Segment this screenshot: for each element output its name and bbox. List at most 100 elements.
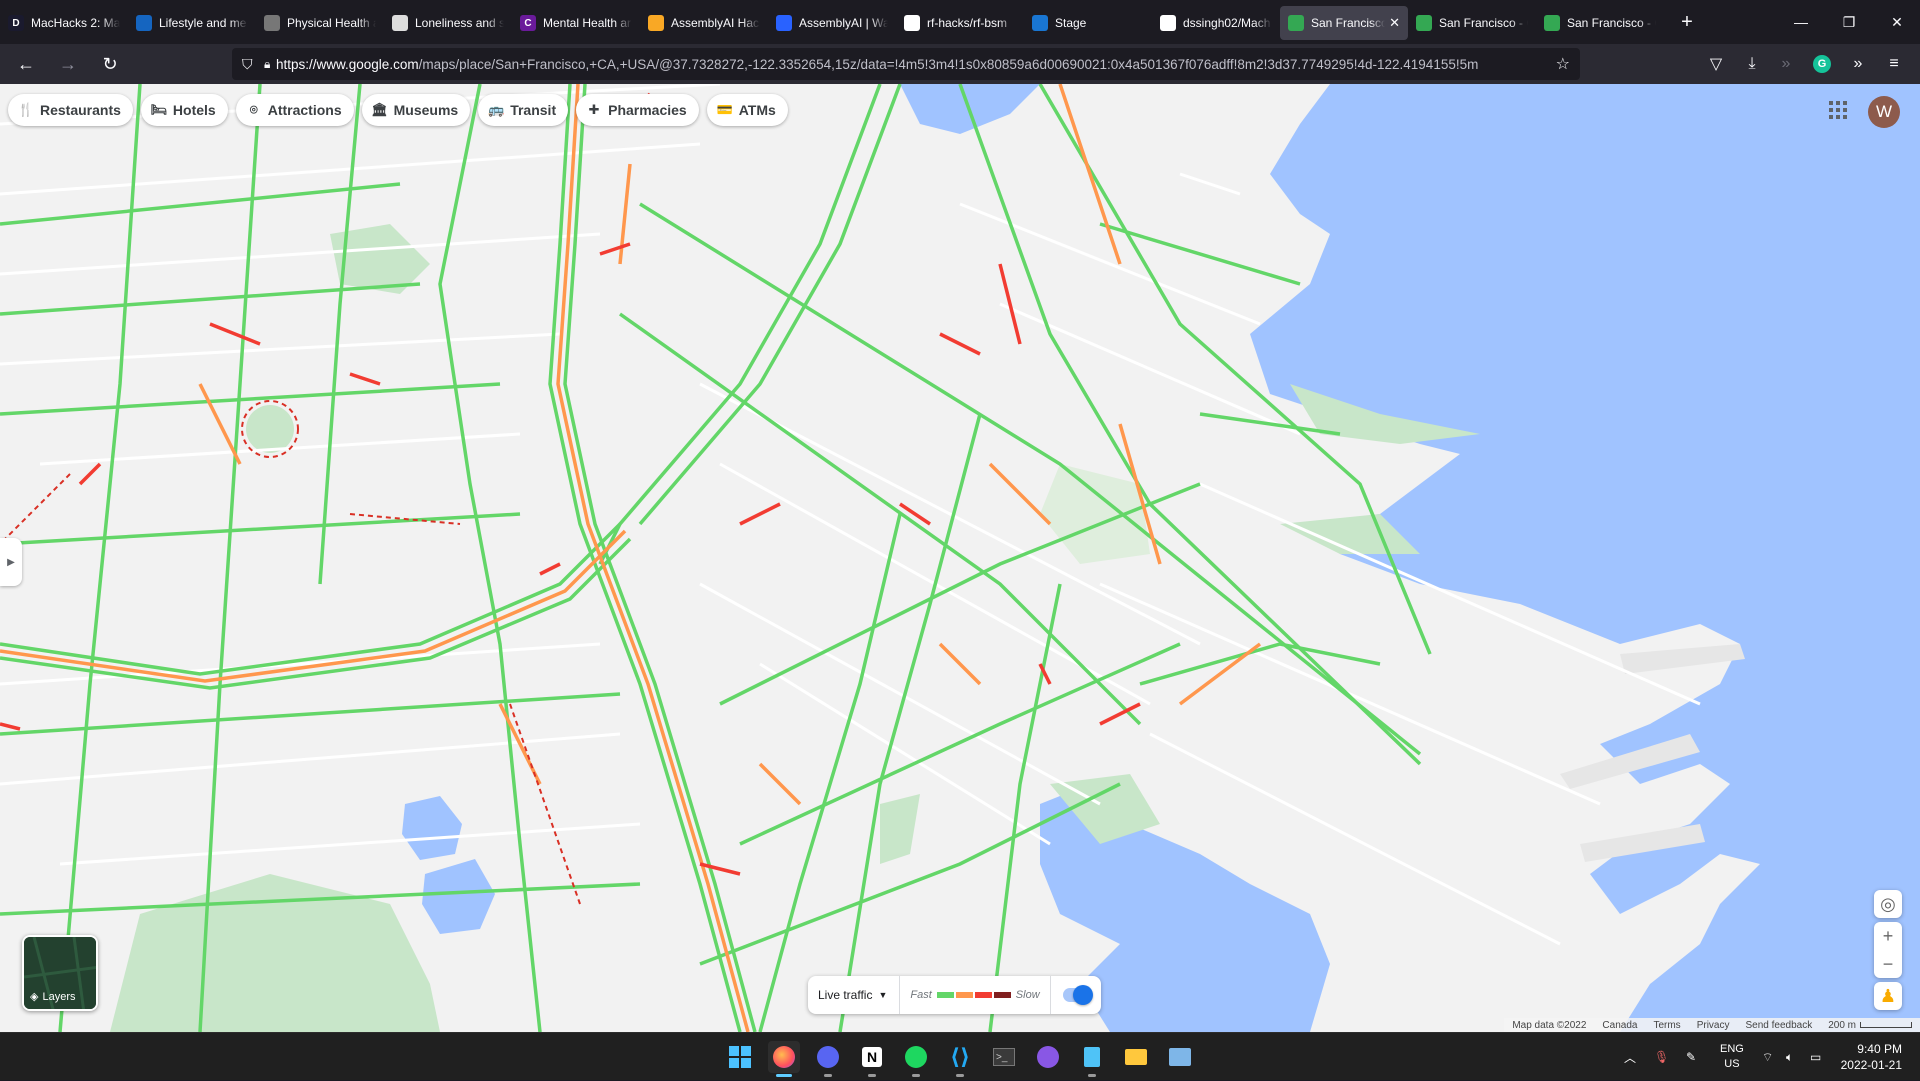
chip-label: Restaurants xyxy=(40,102,121,118)
new-tab-button[interactable]: + xyxy=(1670,5,1704,39)
tab-title: rf-hacks/rf-bsm xyxy=(927,16,1008,30)
browser-tab[interactable]: rf-hacks/rf-bsm xyxy=(896,6,1024,40)
windows-start-icon[interactable] xyxy=(724,1041,756,1073)
browser-tab[interactable]: AssemblyAI Hack xyxy=(640,6,768,40)
firefox-icon[interactable] xyxy=(768,1041,800,1077)
country-link[interactable]: Canada xyxy=(1602,1020,1637,1031)
vscode-icon[interactable]: ⟨⟩ xyxy=(944,1041,976,1077)
minimize-button[interactable]: — xyxy=(1778,0,1824,44)
zoom-in-button[interactable]: + xyxy=(1883,922,1894,950)
scale-bar[interactable]: 200 m xyxy=(1828,1020,1912,1031)
notion-icon[interactable]: N xyxy=(856,1041,888,1077)
battery-icon[interactable]: ▭ xyxy=(1810,1033,1821,1081)
google-apps-icon[interactable] xyxy=(1826,98,1850,122)
legend-swatch-fast xyxy=(936,992,954,998)
zoom-out-button[interactable]: − xyxy=(1883,950,1894,978)
browser-tab[interactable]: San Francisco - C xyxy=(1408,6,1536,40)
back-button[interactable]: ← xyxy=(8,48,44,80)
browser-tab[interactable]: D MacHacks 2: Ma xyxy=(0,6,128,40)
chip-label: Transit xyxy=(510,102,557,118)
tab-title: Lifestyle and me xyxy=(159,16,247,30)
extension-icon[interactable]: » xyxy=(1770,48,1802,80)
volume-icon[interactable]: 🔈︎ xyxy=(1786,1033,1793,1081)
chip-hotels[interactable]: 🛏 Hotels xyxy=(140,94,228,126)
close-tab-icon[interactable]: ✕ xyxy=(1389,15,1400,31)
chip-label: Pharmacies xyxy=(608,102,687,118)
layers-button[interactable]: ◈ Layers xyxy=(22,935,98,1011)
discord-icon[interactable] xyxy=(812,1041,844,1077)
github-icon xyxy=(1160,15,1176,31)
traffic-panel: Live traffic ▼ Fast Slow xyxy=(808,976,1101,1014)
tab-title: AssemblyAI | Wa xyxy=(799,16,888,30)
url-bar[interactable]: ⛉ 🔒︎ https://www.google.com/maps/place/S… xyxy=(232,48,1580,80)
url-text[interactable]: https://www.google.com/maps/place/San+Fr… xyxy=(276,57,1556,72)
tracking-shield-icon[interactable]: ⛉ xyxy=(242,56,253,73)
bed-icon: 🛏 xyxy=(150,102,168,117)
tray-overflow-icon[interactable]: ︿ xyxy=(1624,1033,1636,1081)
chip-label: Hotels xyxy=(172,102,216,118)
downloads-icon[interactable]: ⤓ xyxy=(1736,48,1768,80)
bookmark-star-icon[interactable]: ☆ xyxy=(1556,54,1570,74)
my-location-button[interactable]: ◎ xyxy=(1874,890,1902,918)
map-base-layer[interactable] xyxy=(0,84,1920,1032)
privacy-link[interactable]: Privacy xyxy=(1697,1020,1730,1031)
photos-icon[interactable] xyxy=(1164,1041,1196,1073)
chip-museums[interactable]: 🏛 Museums xyxy=(361,94,471,126)
restore-button[interactable]: ❐ xyxy=(1826,0,1872,44)
chip-restaurants[interactable]: 🍴 Restaurants xyxy=(8,94,133,126)
browser-tab[interactable]: dssingh02/Mach xyxy=(1152,6,1280,40)
browser-tab[interactable]: San Francisco - C xyxy=(1536,6,1664,40)
traffic-legend: Fast Slow xyxy=(900,976,1051,1014)
github-desktop-icon[interactable] xyxy=(1032,1041,1064,1073)
pen-icon[interactable]: ✎ xyxy=(1686,1033,1696,1081)
language-region: US xyxy=(1724,1058,1740,1070)
close-window-button[interactable]: ✕ xyxy=(1874,0,1920,44)
traffic-mode-label: Live traffic xyxy=(818,988,873,1002)
expand-side-panel-button[interactable]: ▶ xyxy=(0,538,22,586)
traffic-mode-select[interactable]: Live traffic ▼ xyxy=(818,976,901,1014)
museum-icon: 🏛 xyxy=(371,102,388,117)
chip-pharmacies[interactable]: ✚ Pharmacies xyxy=(576,94,699,126)
lock-icon[interactable]: 🔒︎ xyxy=(264,57,270,72)
send-feedback-link[interactable]: Send feedback xyxy=(1745,1020,1812,1031)
account-avatar[interactable]: W xyxy=(1868,96,1900,128)
park-round xyxy=(246,405,294,453)
navigation-bar: ← → ↻ ⛉ 🔒︎ https://www.google.com/maps/p… xyxy=(0,44,1920,84)
tab-title: Loneliness and s xyxy=(415,16,504,30)
lake-lower xyxy=(422,859,495,934)
maps-pin-icon xyxy=(1416,15,1432,31)
pegman-icon[interactable]: ♟ xyxy=(1874,982,1902,1010)
terminal-icon[interactable]: >_ xyxy=(988,1041,1020,1073)
chip-atms[interactable]: 💳 ATMs xyxy=(706,94,788,126)
chip-attractions[interactable]: ⌾ Attractions xyxy=(235,94,354,126)
language-code: ENG xyxy=(1720,1043,1744,1055)
file-explorer-icon[interactable] xyxy=(1120,1041,1152,1073)
layers-label: Layers xyxy=(42,990,76,1003)
browser-tab[interactable]: Stage xyxy=(1024,6,1152,40)
tab-title: AssemblyAI Hack xyxy=(671,16,760,30)
spotify-icon[interactable] xyxy=(900,1041,932,1077)
browser-tab[interactable]: Loneliness and s xyxy=(384,6,512,40)
browser-tab[interactable]: San Francisco ✕ xyxy=(1280,6,1408,40)
traffic-toggle[interactable] xyxy=(1062,985,1093,1005)
forward-button[interactable]: → xyxy=(50,48,86,80)
map-canvas[interactable]: 🍴 Restaurants 🛏 Hotels ⌾ Attractions 🏛 Museums 🚌… xyxy=(0,84,1920,1032)
article-icon xyxy=(136,15,152,31)
chip-transit[interactable]: 🚌 Transit xyxy=(478,94,569,126)
grammarly-icon[interactable]: G xyxy=(1806,48,1838,80)
browser-tab[interactable]: Lifestyle and me xyxy=(128,6,256,40)
terms-link[interactable]: Terms xyxy=(1653,1020,1680,1031)
reload-button[interactable]: ↻ xyxy=(92,48,128,80)
hamburger-menu-icon[interactable]: ≡ xyxy=(1878,48,1910,80)
browser-tab[interactable]: AssemblyAI | Wa xyxy=(768,6,896,40)
microphone-icon[interactable]: 🎙︎ xyxy=(1654,1033,1669,1081)
language-indicator[interactable]: ENG US xyxy=(1720,1033,1744,1081)
system-clock[interactable]: 9:40 PM 2022-01-21 xyxy=(1841,1041,1902,1073)
browser-tab[interactable]: C Mental Health ar xyxy=(512,6,640,40)
overflow-chevron-icon[interactable]: » xyxy=(1842,48,1874,80)
notepad-icon[interactable] xyxy=(1076,1041,1108,1077)
pocket-icon[interactable]: ▽ xyxy=(1700,48,1732,80)
wifi-icon[interactable]: ⌔ xyxy=(1762,1033,1773,1081)
browser-tab[interactable]: Physical Health a xyxy=(256,6,384,40)
legend-swatch-moderate xyxy=(955,992,973,998)
